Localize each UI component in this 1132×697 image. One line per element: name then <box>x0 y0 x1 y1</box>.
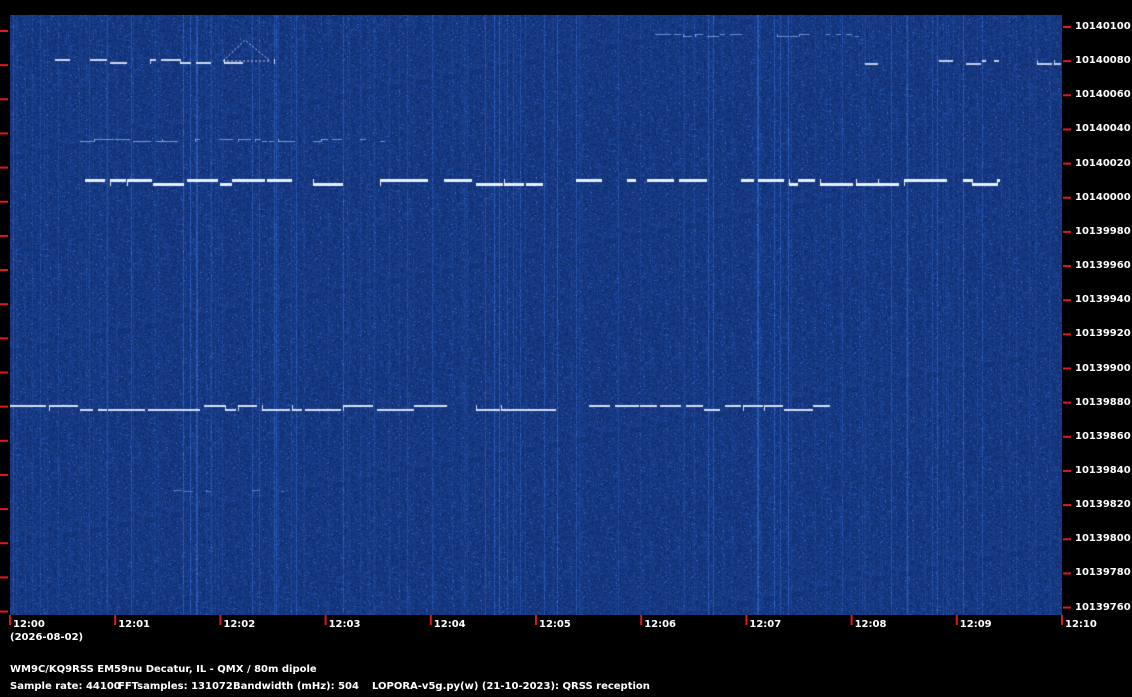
frequency-label: 10139920 <box>1075 328 1131 340</box>
software-info: LOPORA-v5g.py(w) (21-10-2023): QRSS rece… <box>372 681 650 692</box>
frequency-label: 10140080 <box>1075 55 1131 67</box>
frequency-label: 10139980 <box>1075 225 1131 237</box>
sample-rate: Sample rate: 44100 <box>10 681 121 692</box>
time-label: 12:07 <box>749 619 782 630</box>
frequency-label: 10140060 <box>1075 89 1131 101</box>
frequency-label: 10139940 <box>1075 294 1131 306</box>
frequency-label: 10140020 <box>1075 157 1131 169</box>
frequency-label: 10140040 <box>1075 123 1131 135</box>
frequency-label: 10139760 <box>1075 601 1131 613</box>
station-info: WM9C/KQ9RSS EM59nu Decatur, IL - QMX / 8… <box>10 664 317 675</box>
time-label: 12:10 <box>1065 619 1097 630</box>
time-label: 12:04 <box>433 619 466 630</box>
time-label: 12:09 <box>959 619 992 630</box>
frequency-label: 10139960 <box>1075 260 1131 272</box>
frequency-label: 10139800 <box>1075 533 1131 545</box>
frequency-label: 10139900 <box>1075 362 1131 374</box>
frequency-label: 10139860 <box>1075 430 1131 442</box>
frequency-label: 10140100 <box>1075 21 1131 32</box>
time-label: 12:02 <box>223 619 256 630</box>
time-label: 12:00 <box>13 619 45 630</box>
frequency-label: 10139880 <box>1075 396 1131 408</box>
time-label: 12:05 <box>539 619 571 630</box>
time-label: 12:03 <box>328 619 361 630</box>
frequency-label: 10140000 <box>1075 191 1131 203</box>
fft-samples: FFTsamples: 131072 <box>118 681 233 692</box>
time-label: 12:01 <box>118 619 151 630</box>
frequency-label: 10139840 <box>1075 464 1131 476</box>
axis-overlay <box>0 26 1071 625</box>
frequency-label: 10139820 <box>1075 499 1131 511</box>
date-label: (2026-08-02) <box>10 632 84 643</box>
time-label: 12:06 <box>644 619 677 630</box>
time-label: 12:08 <box>854 619 887 630</box>
bandwidth: Bandwidth (mHz): 504 <box>233 681 359 692</box>
frequency-label: 10139780 <box>1075 567 1131 579</box>
